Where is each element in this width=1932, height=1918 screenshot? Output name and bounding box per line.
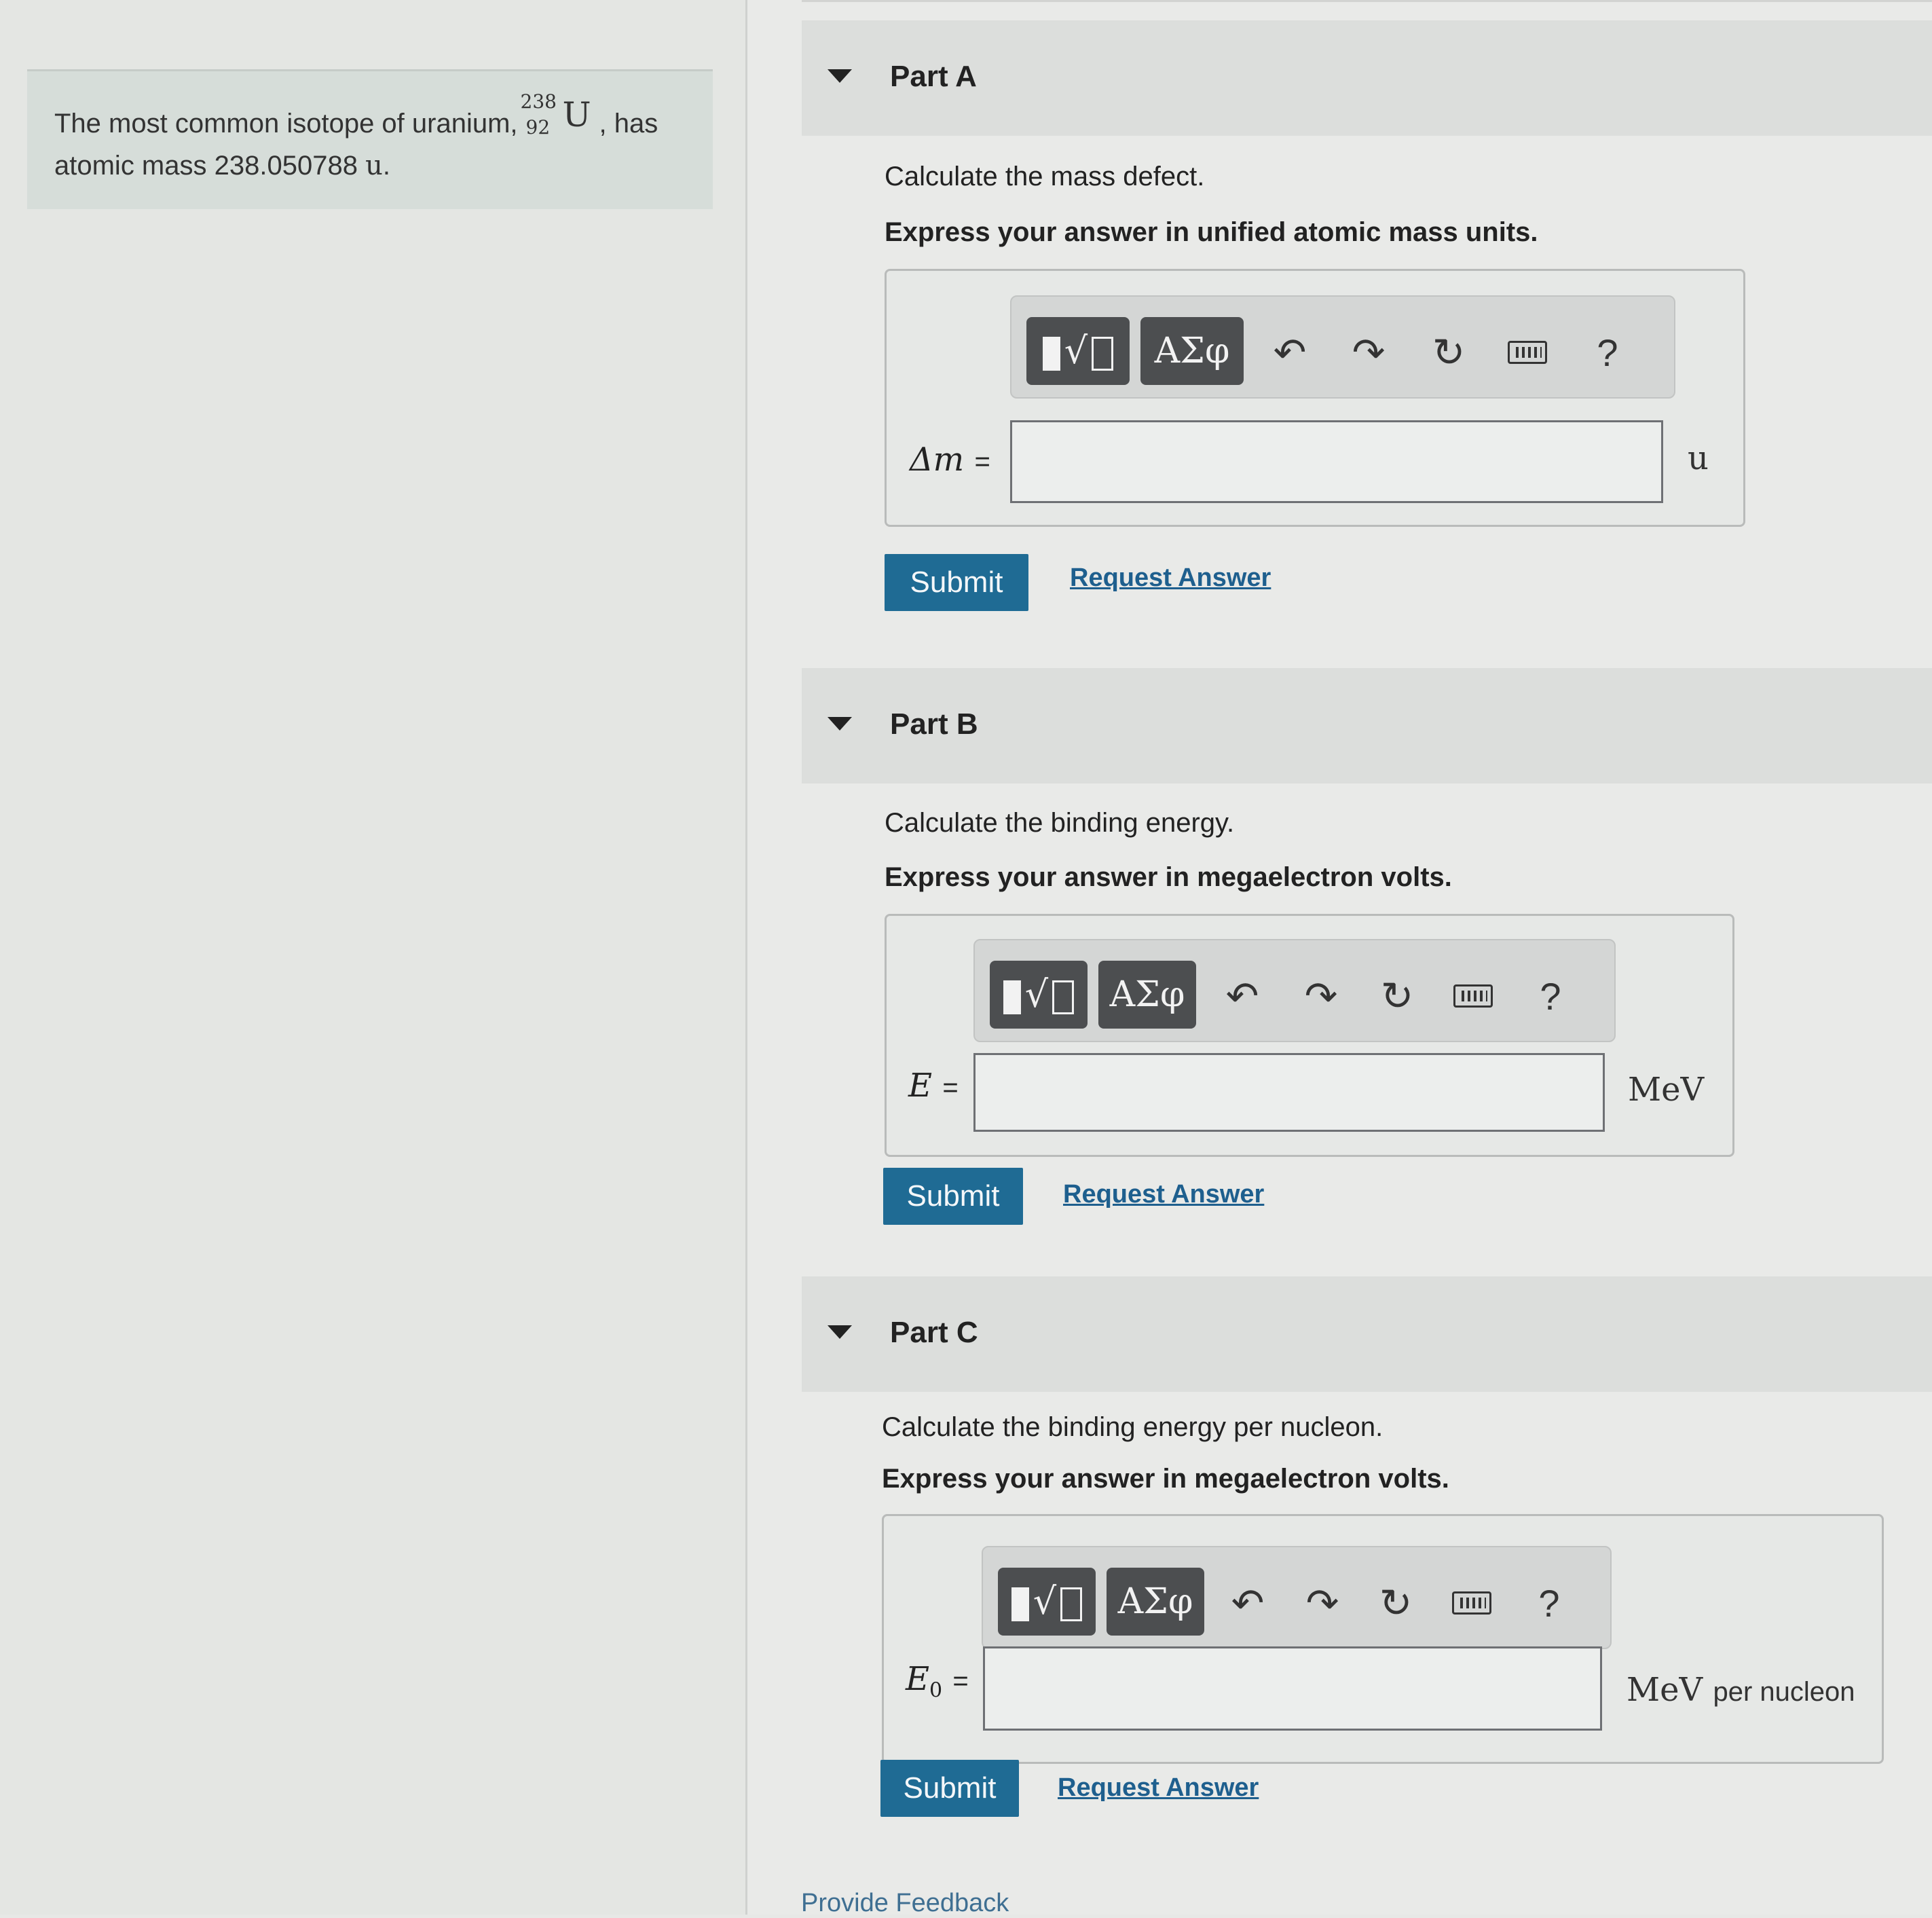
part-c-title: Part C — [890, 1316, 978, 1349]
help-button[interactable]: ? — [1523, 969, 1578, 1023]
part-c-submit-button[interactable]: Submit — [880, 1760, 1019, 1817]
keyboard-icon — [1452, 1591, 1491, 1615]
part-b-submit-button[interactable]: Submit — [883, 1168, 1023, 1225]
reset-icon[interactable]: ↻ — [1422, 325, 1476, 380]
part-a-prompt: Calculate the mass defect. — [885, 162, 1205, 191]
template-button[interactable]: √ — [990, 961, 1088, 1029]
isotope-atomic-number: 92 — [525, 116, 551, 139]
part-b-math-toolbar: √ ΑΣφ ↶ ↷ ↻ ? — [973, 939, 1616, 1042]
part-a-title: Part A — [890, 60, 977, 93]
part-c-unit-suffix: per nucleon — [1713, 1677, 1855, 1707]
problem-text-has: , has — [599, 109, 658, 139]
part-b-answer-panel: √ ΑΣφ ↶ ↷ ↻ ? E = MeV — [885, 914, 1734, 1157]
keyboard-icon — [1508, 341, 1547, 364]
provide-feedback-link[interactable]: Provide Feedback — [801, 1889, 1009, 1918]
part-c-prompt: Calculate the binding energy per nucleon… — [882, 1412, 1383, 1442]
problem-text-atomic-mass: atomic mass 238.050788 — [54, 151, 358, 181]
part-c-header[interactable]: Part C — [802, 1276, 1932, 1392]
part-c-answer-input[interactable] — [983, 1646, 1602, 1731]
part-c-unit-group: MeV per nucleon — [1627, 1671, 1855, 1709]
greek-symbols-button[interactable]: ΑΣφ — [1107, 1568, 1204, 1636]
top-divider — [802, 0, 1932, 2]
problem-text-intro: The most common isotope of uranium, — [54, 109, 518, 139]
keyboard-button[interactable] — [1500, 325, 1555, 380]
part-a-math-toolbar: √ ΑΣφ ↶ ↷ ↻ ? — [1010, 295, 1675, 399]
help-button[interactable]: ? — [1522, 1576, 1576, 1630]
keyboard-button[interactable] — [1445, 1576, 1499, 1630]
part-b-instruction: Express your answer in megaelectron volt… — [885, 862, 1452, 892]
part-a-answer-panel: √ ΑΣφ ↶ ↷ ↻ ? Δm = u — [885, 269, 1745, 527]
reset-icon[interactable]: ↻ — [1370, 969, 1424, 1023]
part-a-request-answer-link[interactable]: Request Answer — [1070, 564, 1271, 593]
undo-icon[interactable]: ↶ — [1215, 969, 1269, 1023]
collapse-triangle-icon[interactable] — [828, 1325, 852, 1339]
problem-panel: The most common isotope of uranium, 238 92… — [0, 0, 747, 1915]
reset-icon[interactable]: ↻ — [1369, 1576, 1423, 1630]
collapse-triangle-icon[interactable] — [828, 717, 852, 731]
undo-icon[interactable]: ↶ — [1263, 325, 1317, 380]
problem-mass-unit: u — [365, 150, 383, 181]
problem-statement: The most common isotope of uranium, 238 92… — [27, 69, 713, 209]
isotope-mass-number: 238 — [520, 90, 557, 113]
fraction-radical-template-icon: √ — [1003, 974, 1075, 1015]
part-c-variable-label: E0 = — [906, 1660, 969, 1703]
part-c-math-toolbar: √ ΑΣφ ↶ ↷ ↻ ? — [982, 1546, 1612, 1649]
part-b-title: Part B — [890, 707, 978, 741]
greek-symbols-button[interactable]: ΑΣφ — [1140, 317, 1244, 385]
redo-icon[interactable]: ↷ — [1294, 969, 1348, 1023]
part-a-variable-label: Δm = — [910, 441, 990, 479]
part-a-submit-button[interactable]: Submit — [885, 554, 1028, 611]
redo-icon[interactable]: ↷ — [1341, 325, 1396, 380]
undo-icon[interactable]: ↶ — [1221, 1576, 1275, 1630]
part-a-equals: = — [974, 447, 990, 477]
part-b-variable-label: E = — [908, 1067, 959, 1105]
part-b-variable: E — [908, 1067, 933, 1105]
part-c-instruction: Express your answer in megaelectron volt… — [882, 1464, 1449, 1494]
part-a-instruction: Express your answer in unified atomic ma… — [885, 217, 1538, 247]
isotope-symbol: U — [562, 95, 591, 134]
part-c-equals: = — [952, 1666, 969, 1696]
part-c-variable: E — [906, 1660, 930, 1698]
part-a-answer-input[interactable] — [1010, 420, 1663, 503]
fraction-radical-template-icon: √ — [1011, 1581, 1083, 1622]
fraction-radical-template-icon: √ — [1042, 331, 1114, 371]
part-b-answer-input[interactable] — [973, 1053, 1605, 1132]
part-c-request-answer-link[interactable]: Request Answer — [1058, 1773, 1259, 1803]
greek-symbols-button[interactable]: ΑΣφ — [1098, 961, 1196, 1029]
keyboard-button[interactable] — [1446, 969, 1500, 1023]
part-b-prompt: Calculate the binding energy. — [885, 808, 1235, 838]
part-b-unit: MeV — [1628, 1071, 1705, 1109]
part-b-request-answer-link[interactable]: Request Answer — [1063, 1180, 1264, 1209]
collapse-triangle-icon[interactable] — [828, 69, 852, 83]
part-a-variable: Δm — [910, 441, 965, 479]
keyboard-icon — [1453, 984, 1493, 1008]
isotope-notation: 238 92 U — [521, 92, 597, 138]
problem-text-end: . — [382, 151, 390, 181]
part-c-answer-panel: √ ΑΣφ ↶ ↷ ↻ ? E0 = MeV per nucleon — [882, 1514, 1884, 1764]
template-button[interactable]: √ — [998, 1568, 1096, 1636]
part-a-unit: u — [1688, 439, 1709, 477]
redo-icon[interactable]: ↷ — [1295, 1576, 1350, 1630]
part-a-header[interactable]: Part A — [802, 20, 1932, 136]
help-button[interactable]: ? — [1580, 325, 1635, 380]
template-button[interactable]: √ — [1026, 317, 1130, 385]
part-b-header[interactable]: Part B — [802, 668, 1932, 783]
part-c-unit: MeV — [1627, 1671, 1703, 1709]
part-b-equals: = — [942, 1073, 959, 1103]
part-c-variable-subscript: 0 — [929, 1678, 943, 1703]
